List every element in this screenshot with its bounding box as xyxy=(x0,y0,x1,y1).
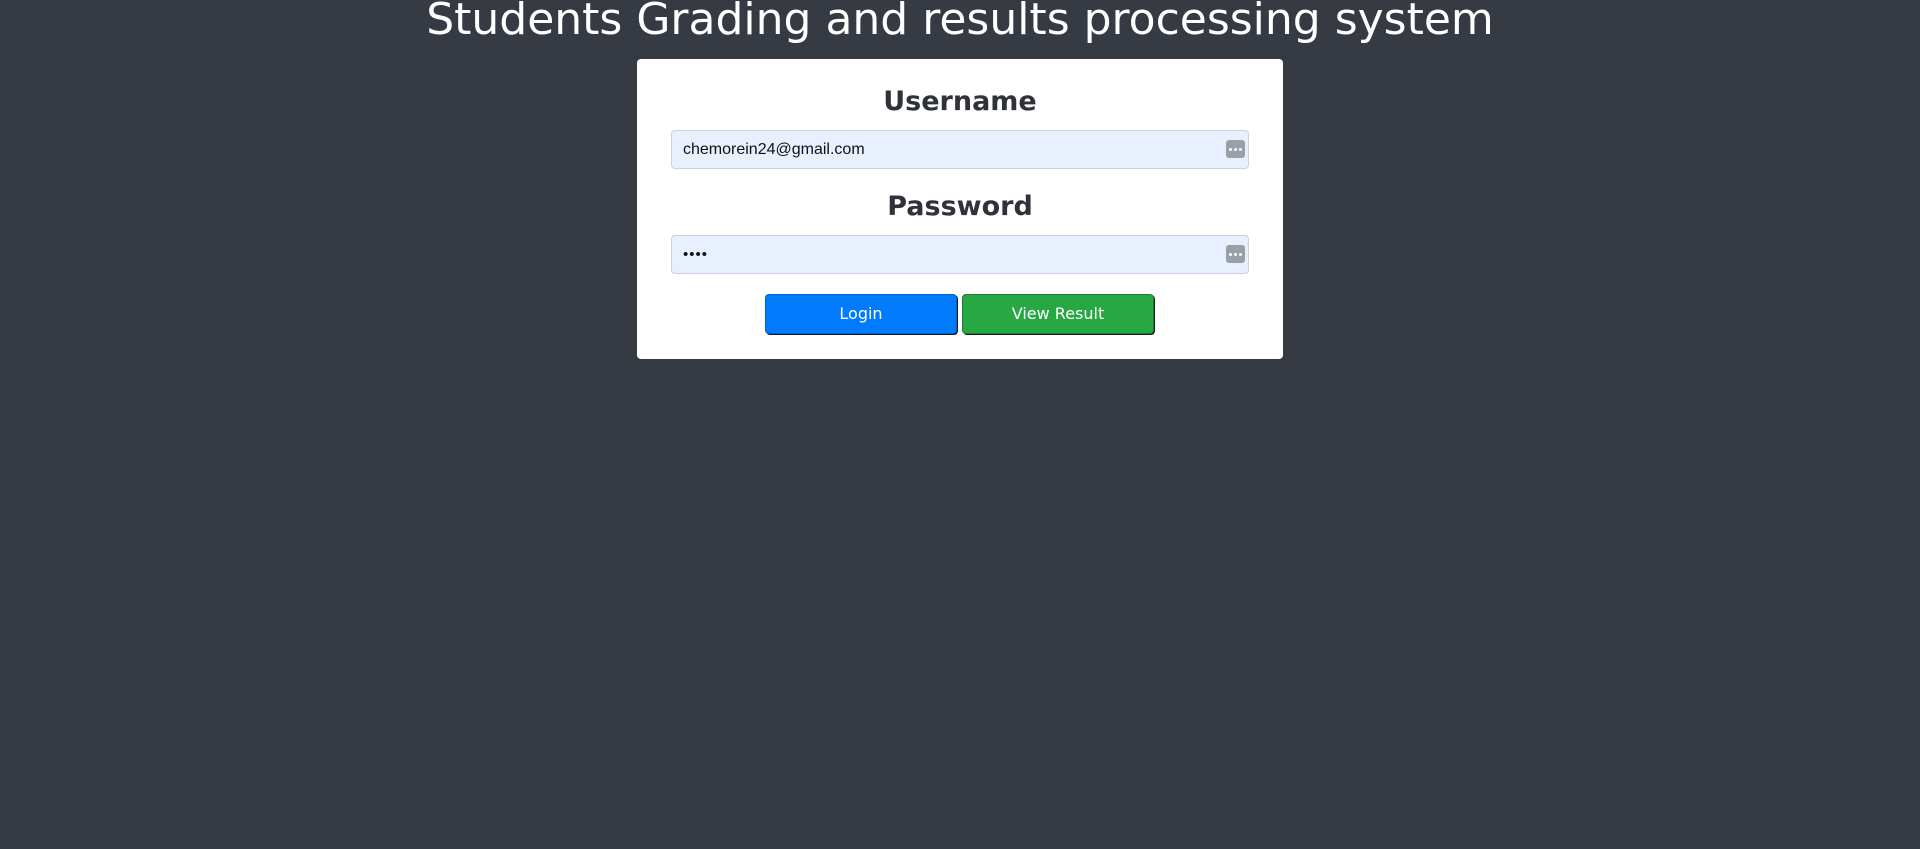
dot xyxy=(1234,252,1237,256)
password-field-container xyxy=(671,235,1249,274)
username-field-container xyxy=(671,130,1249,169)
view-result-button[interactable]: View Result xyxy=(962,294,1154,334)
dot xyxy=(1239,252,1242,256)
page: Students Grading and results processing … xyxy=(0,0,1920,849)
dot xyxy=(1239,147,1242,151)
page-title: Students Grading and results processing … xyxy=(426,0,1494,45)
password-label: Password xyxy=(887,191,1033,222)
username-input[interactable] xyxy=(672,131,1212,168)
more-dots-icon[interactable] xyxy=(1226,140,1245,158)
login-button[interactable]: Login xyxy=(765,294,957,334)
login-card: Username Password Login View Result xyxy=(637,59,1283,359)
dot xyxy=(1229,252,1232,256)
more-dots-icon[interactable] xyxy=(1226,245,1245,263)
password-input[interactable] xyxy=(672,236,1212,273)
dot xyxy=(1234,147,1237,151)
dot xyxy=(1229,147,1232,151)
username-label: Username xyxy=(883,86,1037,117)
